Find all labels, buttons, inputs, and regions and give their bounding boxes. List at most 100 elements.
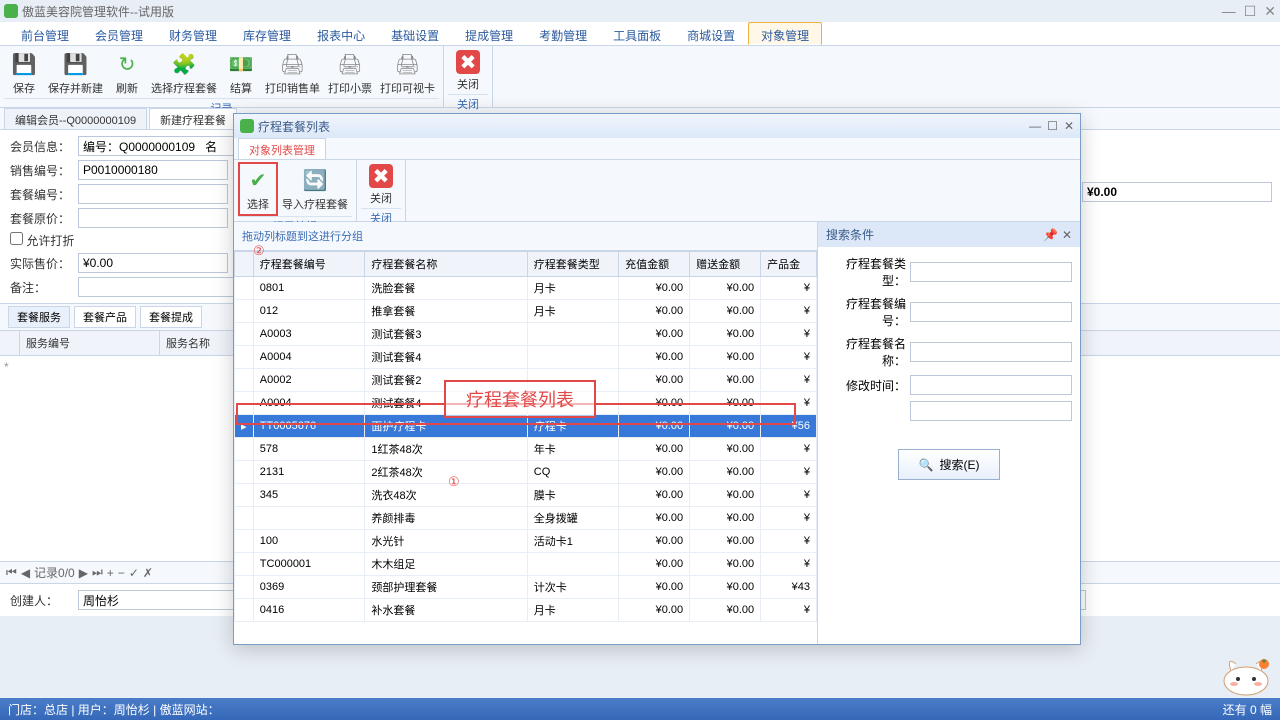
remark-label: 备注： (10, 279, 70, 296)
menu-2[interactable]: 财务管理 (156, 22, 230, 45)
main-menu: 前台管理会员管理财务管理库存管理报表中心基础设置提成管理考勤管理工具面板商城设置… (0, 22, 1280, 46)
table-row[interactable]: A0002测试套餐2¥0.00¥0.00¥ (235, 369, 817, 392)
table-row[interactable]: 012推拿套餐月卡¥0.00¥0.00¥ (235, 300, 817, 323)
print-card-icon: 🖨 (394, 50, 422, 78)
package-table[interactable]: 疗程套餐编号疗程套餐名称疗程套餐类型充值金额赠送金额产品金0801洗脸套餐月卡¥… (234, 251, 817, 644)
table-row[interactable]: A0004测试套餐4¥0.00¥0.00¥ (235, 346, 817, 369)
select-package-icon: 🧩 (170, 50, 198, 78)
app-icon (4, 4, 18, 18)
first-icon[interactable]: ⏮ (6, 565, 17, 580)
close-icon[interactable]: ✕ (1264, 3, 1276, 20)
pin-icon[interactable]: 📌 (1043, 228, 1058, 242)
refresh-icon: ↻ (113, 50, 141, 78)
save-new-button[interactable]: 💾保存并新建 (44, 48, 107, 98)
saleno-field[interactable] (78, 160, 228, 180)
table-row[interactable]: 0369颈部护理套餐计次卡¥0.00¥0.00¥43 (235, 576, 817, 599)
save-new-icon: 💾 (62, 50, 90, 78)
dialog-close-icon[interactable]: ✕ (1064, 119, 1074, 133)
maximize-icon[interactable]: ☐ (1244, 3, 1257, 20)
search-field-1[interactable] (910, 302, 1072, 322)
search-button[interactable]: 🔍 搜索(E) (898, 449, 1001, 480)
pkgno-field[interactable] (78, 184, 228, 204)
print-ticket-button[interactable]: 🖨打印小票 (324, 48, 376, 98)
total-display: ¥0.00 (1082, 182, 1272, 202)
search-field-2[interactable] (910, 342, 1072, 362)
mascot-icon (1216, 646, 1276, 696)
minimize-icon[interactable]: — (1222, 3, 1236, 20)
creator-field[interactable] (78, 590, 258, 610)
table-row[interactable]: 100水光针活动卡1¥0.00¥0.00¥ (235, 530, 817, 553)
discount-checkbox[interactable] (10, 232, 23, 245)
close-button[interactable]: ✖关闭 (448, 48, 488, 94)
print-card-button[interactable]: 🖨打印可视卡 (376, 48, 439, 98)
menu-0[interactable]: 前台管理 (8, 22, 82, 45)
realprice-field[interactable] (78, 253, 228, 273)
menu-5[interactable]: 基础设置 (378, 22, 452, 45)
panel-close-icon[interactable]: ✕ (1062, 228, 1072, 242)
refresh-button[interactable]: ↻刷新 (107, 48, 147, 98)
table-row[interactable]: 21312红茶48次CQ¥0.00¥0.00¥ (235, 461, 817, 484)
content-tab-0[interactable]: 编辑会员--Q0000000109 (4, 108, 147, 129)
search-icon: 🔍 (919, 458, 934, 472)
sub-tab-0[interactable]: 套餐服务 (8, 306, 70, 328)
save-icon: 💾 (10, 50, 38, 78)
dialog-titlebar: 疗程套餐列表 — ☐ ✕ (234, 114, 1080, 138)
annotation-2: ② (253, 243, 265, 259)
prev-icon[interactable]: ◀ (21, 566, 30, 580)
dialog-toolbar: ✔选择🔄导入疗程套餐记录编辑✖关闭关闭 (234, 160, 1080, 222)
menu-3[interactable]: 库存管理 (230, 22, 304, 45)
menu-8[interactable]: 工具面板 (600, 22, 674, 45)
menu-7[interactable]: 考勤管理 (526, 22, 600, 45)
table-row[interactable]: ▸TT0005676面护疗程卡疗程卡¥0.00¥0.00¥56 (235, 415, 817, 438)
last-icon[interactable]: ⏭ (92, 565, 103, 580)
app-title: 傲蓝美容院管理软件--试用版 (22, 3, 174, 20)
select-package-button[interactable]: 🧩选择疗程套餐 (147, 48, 221, 98)
dclose-button[interactable]: ✖关闭 (361, 162, 401, 208)
pkgprice-field[interactable] (78, 208, 228, 228)
dialog-minimize-icon[interactable]: — (1029, 119, 1041, 133)
search-field-3[interactable] (910, 375, 1072, 395)
group-hint: 拖动列标题到这进行分组 (234, 222, 817, 251)
annotation-1: ① (448, 474, 460, 490)
settle-button[interactable]: 💵结算 (221, 48, 261, 98)
table-row[interactable]: 0801洗脸套餐月卡¥0.00¥0.00¥ (235, 277, 817, 300)
settle-icon: 💵 (227, 50, 255, 78)
table-row[interactable]: 5781红茶48次年卡¥0.00¥0.00¥ (235, 438, 817, 461)
table-row[interactable]: A0004测试套餐4¥0.00¥0.00¥ (235, 392, 817, 415)
dclose-icon: ✖ (369, 164, 393, 188)
next-icon[interactable]: ▶ (79, 566, 88, 580)
menu-9[interactable]: 商城设置 (674, 22, 748, 45)
print-sale-button[interactable]: 🖨打印销售单 (261, 48, 324, 98)
import-icon: 🔄 (301, 166, 329, 194)
main-toolbar: 💾保存💾保存并新建↻刷新🧩选择疗程套餐💵结算🖨打印销售单🖨打印小票🖨打印可视卡记… (0, 46, 1280, 108)
dialog-icon (240, 119, 254, 133)
save-button[interactable]: 💾保存 (4, 48, 44, 98)
menu-10[interactable]: 对象管理 (748, 22, 822, 45)
select-icon: ✔ (244, 166, 272, 194)
table-row[interactable]: TC000001木木组足¥0.00¥0.00¥ (235, 553, 817, 576)
table-row[interactable]: 0416补水套餐月卡¥0.00¥0.00¥ (235, 599, 817, 622)
sub-tab-1[interactable]: 套餐产品 (74, 306, 136, 328)
realprice-label: 实际售价： (10, 255, 70, 272)
import-button[interactable]: 🔄导入疗程套餐 (278, 162, 352, 216)
content-tab-1[interactable]: 新建疗程套餐 (149, 108, 237, 129)
dialog-maximize-icon[interactable]: ☐ (1047, 119, 1058, 133)
pkgprice-label: 套餐原价： (10, 210, 70, 227)
menu-1[interactable]: 会员管理 (82, 22, 156, 45)
search-field-0[interactable] (910, 262, 1072, 282)
member-label: 会员信息： (10, 138, 70, 155)
table-row[interactable]: 345洗衣48次膜卡¥0.00¥0.00¥ (235, 484, 817, 507)
menu-6[interactable]: 提成管理 (452, 22, 526, 45)
dialog-tab[interactable]: 对象列表管理 (238, 138, 326, 159)
package-list-dialog: 疗程套餐列表 — ☐ ✕ 对象列表管理 ✔选择🔄导入疗程套餐记录编辑✖关闭关闭 … (233, 113, 1081, 645)
select-button[interactable]: ✔选择 (238, 162, 278, 216)
close-icon: ✖ (456, 50, 480, 74)
print-sale-icon: 🖨 (279, 50, 307, 78)
table-row[interactable]: A0003测试套餐3¥0.00¥0.00¥ (235, 323, 817, 346)
menu-4[interactable]: 报表中心 (304, 22, 378, 45)
search-panel: 搜索条件 📌✕ 疗程套餐类型：疗程套餐编号：疗程套餐名称：修改时间： 🔍 搜索(… (818, 222, 1080, 644)
sub-tab-2[interactable]: 套餐提成 (140, 306, 202, 328)
print-ticket-icon: 🖨 (336, 50, 364, 78)
app-titlebar: 傲蓝美容院管理软件--试用版 — ☐ ✕ (0, 0, 1280, 22)
table-row[interactable]: 养颜排毒全身拨罐¥0.00¥0.00¥ (235, 507, 817, 530)
